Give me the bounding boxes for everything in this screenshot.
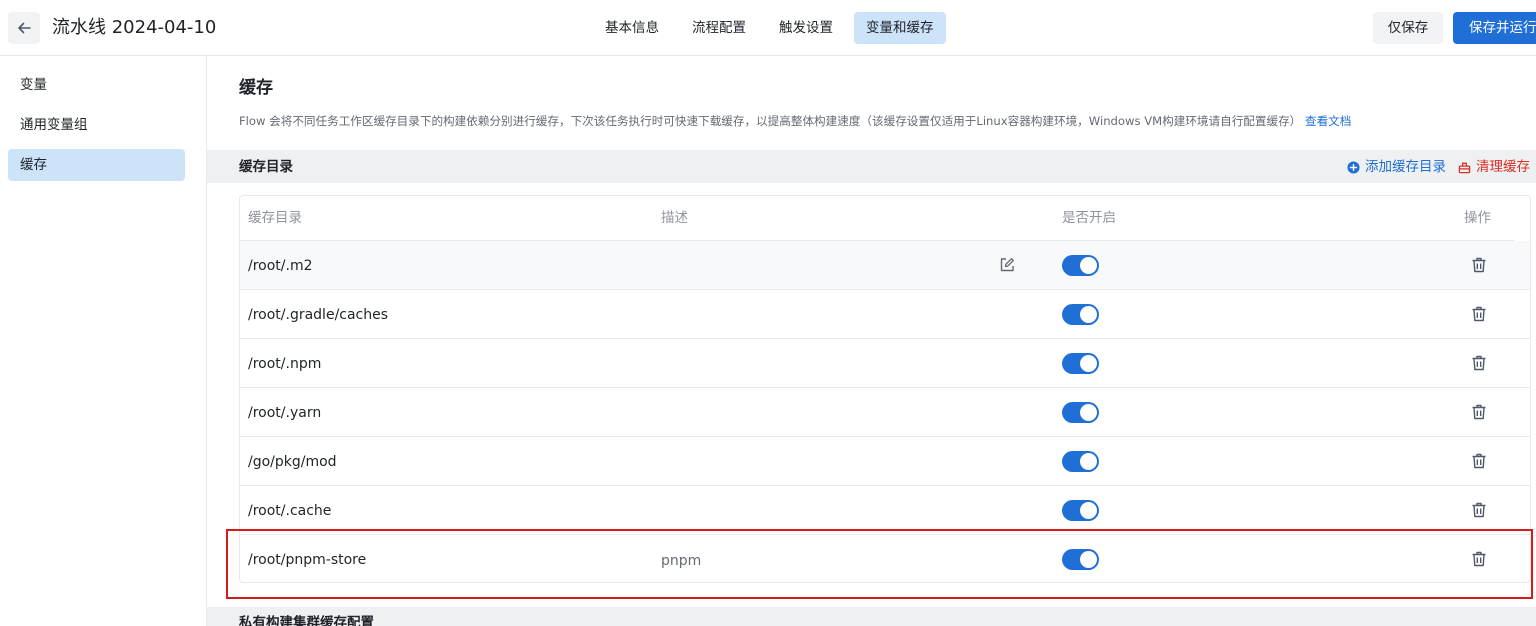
enable-toggle[interactable]	[1062, 304, 1099, 325]
plus-circle-icon	[1347, 160, 1360, 174]
enable-toggle[interactable]	[1062, 500, 1099, 521]
back-button[interactable]	[8, 12, 40, 44]
section-title: 缓存	[239, 78, 273, 98]
clear-cache-button[interactable]: 清理缓存	[1458, 157, 1530, 177]
table-row[interactable]: /root/.gradle/caches	[240, 290, 1530, 339]
arrow-left-icon	[18, 22, 31, 34]
cache-path: /root/.cache	[248, 503, 332, 519]
table-row[interactable]: /go/pkg/mod	[240, 437, 1530, 486]
trash-icon[interactable]	[1470, 452, 1488, 470]
tab-bar: 基本信息 流程配置 触发设置 变量和缓存	[593, 12, 946, 44]
table-row[interactable]: /root/pnpm-store pnpm	[240, 535, 1530, 582]
tab-basic-info[interactable]: 基本信息	[593, 12, 671, 44]
sidebar-item-common-variable-groups[interactable]: 通用变量组	[8, 109, 185, 141]
cache-path: /root/.yarn	[248, 405, 322, 421]
tab-flow-config[interactable]: 流程配置	[680, 12, 758, 44]
cache-directory-group-title: 缓存目录	[239, 159, 293, 175]
enable-toggle[interactable]	[1062, 549, 1099, 570]
private-cluster-cache-group-header: 私有构建集群缓存配置	[207, 607, 1536, 626]
trash-icon[interactable]	[1470, 256, 1488, 274]
tab-variables-cache[interactable]: 变量和缓存	[854, 12, 946, 44]
save-and-run-button[interactable]: 保存并运行	[1453, 12, 1536, 44]
enable-toggle[interactable]	[1062, 353, 1099, 374]
page-title: 流水线 2024-04-10	[52, 17, 217, 38]
clear-cache-label: 清理缓存	[1476, 159, 1530, 175]
section-description: Flow 会将不同任务工作区缓存目录下的构建依赖分别进行缓存，下次该任务执行时可…	[239, 112, 1351, 130]
add-cache-directory-button[interactable]: 添加缓存目录	[1347, 157, 1446, 177]
table-row[interactable]: /root/.yarn	[240, 388, 1530, 437]
edit-icon[interactable]	[998, 256, 1016, 274]
enable-toggle[interactable]	[1062, 255, 1099, 276]
main-content: 缓存 Flow 会将不同任务工作区缓存目录下的构建依赖分别进行缓存，下次该任务执…	[207, 56, 1536, 626]
add-cache-directory-label: 添加缓存目录	[1365, 159, 1446, 175]
trash-icon[interactable]	[1470, 550, 1488, 568]
column-header-cache-directory: 缓存目录	[248, 210, 302, 226]
cache-description: pnpm	[661, 553, 702, 569]
sidebar-item-cache[interactable]: 缓存	[8, 149, 185, 181]
enable-toggle[interactable]	[1062, 451, 1099, 472]
top-bar: 流水线 2024-04-10 基本信息 流程配置 触发设置 变量和缓存 仅保存 …	[0, 0, 1536, 56]
column-header-description: 描述	[661, 210, 688, 226]
cache-path: /root/.gradle/caches	[248, 307, 389, 323]
description-text: Flow 会将不同任务工作区缓存目录下的构建依赖分别进行缓存，下次该任务执行时可…	[239, 114, 1302, 128]
cache-path: /root/pnpm-store	[248, 552, 367, 568]
trash-icon[interactable]	[1470, 354, 1488, 372]
enable-toggle[interactable]	[1062, 402, 1099, 423]
sidebar: 变量 通用变量组 缓存	[0, 56, 207, 626]
column-header-enabled: 是否开启	[1062, 210, 1116, 226]
tab-trigger-settings[interactable]: 触发设置	[767, 12, 845, 44]
save-only-button[interactable]: 仅保存	[1373, 12, 1443, 44]
table-header: 缓存目录 描述 是否开启 操作	[240, 196, 1515, 241]
cache-path: /go/pkg/mod	[248, 454, 337, 470]
sidebar-item-variables[interactable]: 变量	[8, 69, 185, 101]
table-row[interactable]: /root/.cache	[240, 486, 1530, 535]
private-cluster-cache-group-title: 私有构建集群缓存配置	[239, 615, 374, 626]
cache-path: /root/.m2	[248, 258, 313, 274]
trash-icon[interactable]	[1470, 403, 1488, 421]
table-row[interactable]: /root/.m2	[240, 241, 1530, 290]
cache-table: 缓存目录 描述 是否开启 操作 /root/.m2 /root/.gradle/…	[239, 195, 1531, 583]
cache-path: /root/.npm	[248, 356, 322, 372]
view-docs-link[interactable]: 查看文档	[1305, 114, 1351, 128]
trash-icon[interactable]	[1470, 305, 1488, 323]
table-row[interactable]: /root/.npm	[240, 339, 1530, 388]
trash-icon[interactable]	[1470, 501, 1488, 519]
column-header-actions: 操作	[1464, 210, 1491, 226]
broom-icon	[1458, 162, 1471, 173]
cache-directory-group-header: 缓存目录 添加缓存目录 清理缓存	[207, 150, 1536, 183]
